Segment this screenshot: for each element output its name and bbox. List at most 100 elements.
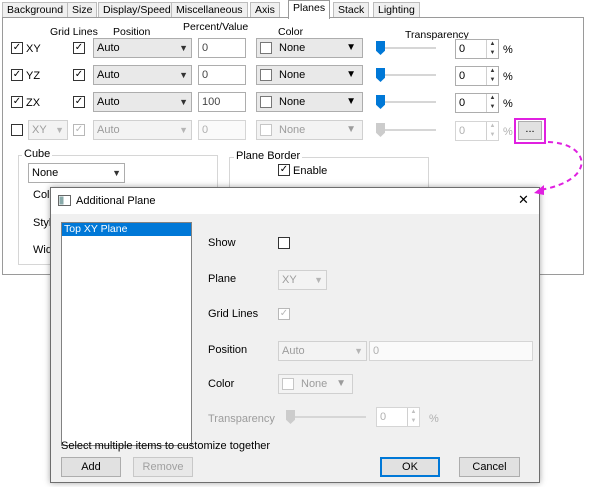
plane-border-title: Plane Border: [234, 150, 303, 162]
plane-xy-transparency-value: 0: [459, 43, 466, 55]
chevron-down-icon: ▼: [179, 43, 188, 53]
tab-background[interactable]: Background: [2, 2, 69, 18]
plane-yz-position-select[interactable]: Auto ▼: [93, 65, 192, 85]
grid-lines-checkbox[interactable]: ✓: [278, 308, 290, 320]
plane-zx-position-select[interactable]: Auto ▼: [93, 92, 192, 112]
additional-position-select[interactable]: Auto ▼: [93, 120, 192, 140]
ok-button[interactable]: OK: [380, 457, 440, 477]
color-select[interactable]: None ▼: [278, 374, 353, 394]
spin-down-icon[interactable]: ▼: [487, 76, 498, 85]
plane-list[interactable]: Top XY Plane: [61, 222, 192, 446]
color-swatch: [282, 378, 294, 390]
spin-down-icon[interactable]: ▼: [487, 103, 498, 112]
position-number-input[interactable]: 0: [369, 341, 533, 361]
slider-thumb[interactable]: [376, 41, 385, 55]
plane-yz-transparency-slider[interactable]: [376, 68, 436, 82]
percent-unit: %: [503, 71, 513, 83]
add-button[interactable]: Add: [61, 457, 121, 477]
list-item[interactable]: Top XY Plane: [62, 223, 191, 236]
plane-zx-color-value: None: [279, 96, 306, 108]
additional-transparency-slider[interactable]: [376, 123, 436, 137]
additional-gridlines-checkbox[interactable]: ✓: [73, 124, 85, 136]
plane-zx-transparency-slider[interactable]: [376, 95, 436, 109]
chevron-down-icon: ▼: [346, 96, 356, 107]
additional-color-value: None: [279, 124, 306, 136]
remove-button[interactable]: Remove: [133, 457, 193, 477]
plane-yz-transparency-spinner[interactable]: 0 ▲ ▼: [455, 66, 499, 86]
plane-zx-value-input[interactable]: 100: [198, 92, 246, 112]
chevron-down-icon: ▼: [179, 97, 188, 107]
plane-yz-gridlines-checkbox[interactable]: ✓: [73, 69, 85, 81]
spin-up-icon[interactable]: ▲: [487, 40, 498, 49]
dialog-titlebar: Additional Plane ✕: [51, 188, 539, 214]
chevron-down-icon: ▼: [179, 125, 188, 135]
plane-border-enable-checkbox[interactable]: ✓: [278, 164, 290, 176]
tab-size[interactable]: Size: [67, 2, 98, 18]
plane-yz-transparency-value: 0: [459, 70, 466, 82]
plane-xy-value-input[interactable]: 0: [198, 38, 246, 58]
transparency-spinner[interactable]: 0 ▲ ▼: [376, 407, 420, 427]
spin-down-icon[interactable]: ▼: [487, 49, 498, 58]
header-percent-value: Percent/Value: [183, 21, 249, 33]
tab-stack[interactable]: Stack: [333, 2, 370, 18]
plane-yz-checkbox[interactable]: ✓: [11, 69, 23, 81]
slider-thumb[interactable]: [286, 410, 295, 424]
spin-down-icon[interactable]: ▼: [487, 131, 498, 140]
plane-yz-value-input[interactable]: 0: [198, 65, 246, 85]
plane-xy-checkbox[interactable]: ✓: [11, 42, 23, 54]
tab-miscellaneous[interactable]: Miscellaneous: [171, 2, 248, 18]
plane-yz-position-value: Auto: [97, 69, 120, 81]
additional-plane-select[interactable]: XY ▼: [28, 120, 68, 140]
cube-select-value: None: [32, 167, 59, 179]
cube-group-title: Cube: [22, 148, 53, 160]
multi-select-hint: Select multiple items to customize toget…: [61, 440, 271, 452]
additional-plane-value: XY: [32, 124, 47, 136]
spin-up-icon[interactable]: ▲: [487, 122, 498, 131]
transparency-slider[interactable]: [286, 410, 366, 424]
additional-transparency-spinner[interactable]: 0 ▲ ▼: [455, 121, 499, 141]
transparency-value: 0: [380, 411, 387, 423]
dialog-title: Additional Plane: [76, 195, 156, 207]
slider-thumb[interactable]: [376, 123, 385, 137]
slider-thumb[interactable]: [376, 68, 385, 82]
plane-select-value: XY: [282, 274, 297, 286]
spin-down-icon[interactable]: ▼: [408, 417, 419, 426]
tab-lighting[interactable]: Lighting: [373, 2, 420, 18]
plane-xy-transparency-slider[interactable]: [376, 41, 436, 55]
plane-yz-color-select[interactable]: None ▼: [256, 65, 363, 85]
plane-zx-checkbox[interactable]: ✓: [11, 96, 23, 108]
spin-up-icon[interactable]: ▲: [487, 67, 498, 76]
plane-xy-transparency-spinner[interactable]: 0 ▲ ▼: [455, 39, 499, 59]
spin-up-icon[interactable]: ▲: [487, 94, 498, 103]
tab-display-speed[interactable]: Display/Speed: [98, 2, 176, 18]
plane-xy-color-value: None: [279, 42, 306, 54]
slider-thumb[interactable]: [376, 95, 385, 109]
window-app-icon: [58, 195, 71, 206]
position-select[interactable]: Auto ▼: [278, 341, 367, 361]
tab-axis[interactable]: Axis: [250, 2, 280, 18]
tab-planes[interactable]: Planes: [288, 0, 331, 19]
cube-select[interactable]: None ▼: [28, 163, 125, 183]
cancel-button[interactable]: Cancel: [459, 457, 520, 477]
callout-arrow-icon: [534, 141, 583, 195]
plane-zx-color-select[interactable]: None ▼: [256, 92, 363, 112]
header-color: Color: [278, 26, 304, 38]
plane-xy-position-select[interactable]: Auto ▼: [93, 38, 192, 58]
percent-unit: %: [503, 126, 513, 138]
plane-border-enable-label: Enable: [293, 165, 328, 177]
additional-transparency-value: 0: [459, 125, 466, 137]
show-label: Show: [208, 237, 236, 249]
plane-xy-color-select[interactable]: None ▼: [256, 38, 363, 58]
show-checkbox[interactable]: [278, 237, 290, 249]
plane-label: Plane: [208, 273, 237, 285]
additional-color-select[interactable]: None ▼: [256, 120, 363, 140]
spin-up-icon[interactable]: ▲: [408, 408, 419, 417]
chevron-down-icon: ▼: [346, 124, 356, 135]
plane-zx-gridlines-checkbox[interactable]: ✓: [73, 96, 85, 108]
plane-xy-gridlines-checkbox[interactable]: ✓: [73, 42, 85, 54]
percent-unit: %: [503, 44, 513, 56]
plane-select[interactable]: XY ▼: [278, 270, 327, 290]
additional-value-input[interactable]: 0: [198, 120, 246, 140]
plane-zx-transparency-spinner[interactable]: 0 ▲ ▼: [455, 93, 499, 113]
additional-plane-checkbox[interactable]: [11, 124, 23, 136]
